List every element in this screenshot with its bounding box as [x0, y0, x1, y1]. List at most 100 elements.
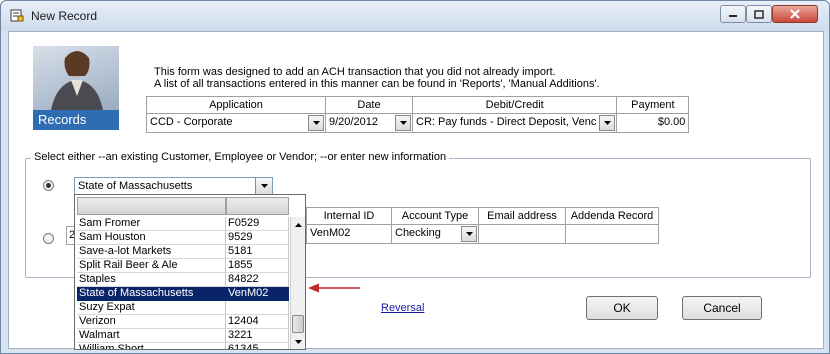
col-header-email: Email address: [478, 207, 566, 225]
col-header-addenda: Addenda Record: [565, 207, 659, 225]
debit-credit-dropdown-button[interactable]: [599, 115, 616, 131]
cancel-button[interactable]: Cancel: [682, 296, 762, 320]
email-cell[interactable]: [478, 224, 566, 244]
col-header-internal-id: Internal ID: [306, 207, 392, 225]
existing-record-radio[interactable]: [43, 180, 54, 191]
info-text-line-2: A list of all transactions entered in th…: [154, 78, 600, 90]
debit-credit-value: CR: Pay funds - Direct Deposit, Venc: [416, 116, 597, 128]
dropdown-header-name: [77, 197, 226, 215]
dropdown-row-name: Verizon: [77, 315, 226, 329]
chevron-down-icon: [295, 339, 302, 344]
chevron-down-icon: [465, 232, 473, 236]
close-icon: [790, 9, 800, 19]
new-record-window: New Record Records This form was designe…: [0, 0, 830, 354]
new-info-grid: Internal ID Account Type Email address A…: [306, 207, 659, 244]
dropdown-row-id: VenM02: [226, 287, 289, 301]
email-value: [479, 225, 565, 243]
dropdown-row-id: [226, 301, 289, 315]
account-type-cell[interactable]: Checking: [391, 224, 479, 244]
existing-record-dropdown-list[interactable]: Sam Fromer F0529 Sam Houston 9529 Save-a-lot…: [74, 194, 306, 350]
ok-button[interactable]: OK: [586, 296, 658, 320]
scroll-down-button[interactable]: [291, 334, 305, 349]
internal-id-cell[interactable]: VenM02: [306, 224, 392, 244]
addenda-cell[interactable]: [565, 224, 659, 244]
account-type-dropdown-button[interactable]: [461, 226, 477, 242]
info-text-line-1: This form was designed to add an ACH tra…: [154, 66, 556, 78]
dropdown-row[interactable]: William Short 61345: [77, 343, 289, 349]
dropdown-row-id: 5181: [226, 245, 289, 259]
dropdown-row-name: Staples: [77, 273, 226, 287]
dropdown-row[interactable]: Verizon 12404: [77, 315, 289, 329]
date-dropdown-button[interactable]: [395, 115, 411, 131]
dropdown-row-name: Sam Fromer: [77, 217, 226, 231]
application-dropdown-button[interactable]: [308, 115, 324, 131]
chevron-down-icon: [603, 121, 611, 125]
chevron-down-icon: [260, 184, 268, 188]
annotation-arrow-icon: [308, 283, 360, 293]
dropdown-row[interactable]: Walmart 3221: [77, 329, 289, 343]
date-value: 9/20/2012: [329, 116, 378, 128]
form-icon: [10, 9, 24, 22]
payment-cell[interactable]: $0.00: [616, 113, 690, 133]
title-bar[interactable]: New Record: [1, 1, 829, 31]
person-photo-icon: [51, 51, 103, 110]
dropdown-row-name: Suzy Expat: [77, 301, 226, 315]
dropdown-header-id: [226, 197, 289, 215]
internal-id-value: VenM02: [310, 227, 351, 239]
application-value: CCD - Corporate: [150, 116, 233, 128]
debit-credit-cell[interactable]: CR: Pay funds - Direct Deposit, Venc: [411, 113, 618, 133]
dropdown-row-id: 1855: [226, 259, 289, 273]
dropdown-row-id: 12404: [226, 315, 289, 329]
col-header-date: Date: [325, 96, 413, 114]
dropdown-row[interactable]: Sam Fromer F0529: [77, 217, 289, 231]
existing-record-combo[interactable]: State of Massachusetts: [74, 177, 273, 195]
scroll-thumb[interactable]: [292, 315, 304, 333]
scroll-up-button[interactable]: [291, 217, 305, 232]
dropdown-row-id: 84822: [226, 273, 289, 287]
new-information-radio[interactable]: [43, 233, 54, 244]
dropdown-row-name: Split Rail Beer & Ale: [77, 259, 226, 273]
dropdown-row[interactable]: Save-a-lot Markets 5181: [77, 245, 289, 259]
dropdown-row-name: Save-a-lot Markets: [77, 245, 226, 259]
transaction-grid: Application Date Debit/Credit Payment CC…: [146, 96, 690, 133]
application-cell[interactable]: CCD - Corporate: [146, 113, 326, 133]
dropdown-row-name: Sam Houston: [77, 231, 226, 245]
maximize-icon: [754, 9, 764, 19]
dropdown-row[interactable]: Suzy Expat: [77, 301, 289, 315]
dropdown-row[interactable]: Staples 84822: [77, 273, 289, 287]
dropdown-row-id: 61345: [226, 343, 289, 349]
chevron-down-icon: [312, 121, 320, 125]
chevron-up-icon: [295, 222, 302, 227]
dropdown-scrollbar[interactable]: [290, 217, 305, 349]
existing-record-value: State of Massachusetts: [78, 180, 193, 192]
payment-value: $0.00: [657, 116, 686, 128]
form-body: Records This form was designed to add an…: [8, 31, 824, 350]
addenda-value: [566, 225, 658, 243]
window-title: New Record: [31, 9, 98, 23]
col-header-account-type: Account Type: [391, 207, 479, 225]
records-photo: Records: [33, 46, 119, 130]
dropdown-row-name: Walmart: [77, 329, 226, 343]
reversal-link[interactable]: Reversal: [381, 302, 424, 314]
col-header-payment: Payment: [616, 96, 690, 114]
close-button[interactable]: [772, 5, 818, 23]
account-type-value: Checking: [395, 227, 441, 239]
dropdown-row[interactable]: State of Massachusetts VenM02: [77, 287, 289, 301]
dropdown-row-id: 9529: [226, 231, 289, 245]
date-cell[interactable]: 9/20/2012: [325, 113, 413, 133]
existing-record-dropdown-button[interactable]: [255, 178, 272, 194]
dropdown-header: [77, 197, 289, 215]
col-header-debit-credit: Debit/Credit: [411, 96, 618, 114]
maximize-button[interactable]: [746, 5, 772, 23]
radio-selected-dot: [46, 183, 51, 188]
selection-group-caption: Select either --an existing Customer, Em…: [31, 151, 450, 163]
minimize-button[interactable]: [720, 5, 746, 23]
records-label: Records: [33, 110, 119, 130]
dropdown-row[interactable]: Sam Houston 9529: [77, 231, 289, 245]
chevron-down-icon: [399, 121, 407, 125]
dropdown-row-id: 3221: [226, 329, 289, 343]
minimize-icon: [729, 15, 737, 17]
dropdown-row[interactable]: Split Rail Beer & Ale 1855: [77, 259, 289, 273]
dropdown-row-name: William Short: [77, 343, 226, 349]
dropdown-rows: Sam Fromer F0529 Sam Houston 9529 Save-a-lot…: [77, 217, 289, 349]
